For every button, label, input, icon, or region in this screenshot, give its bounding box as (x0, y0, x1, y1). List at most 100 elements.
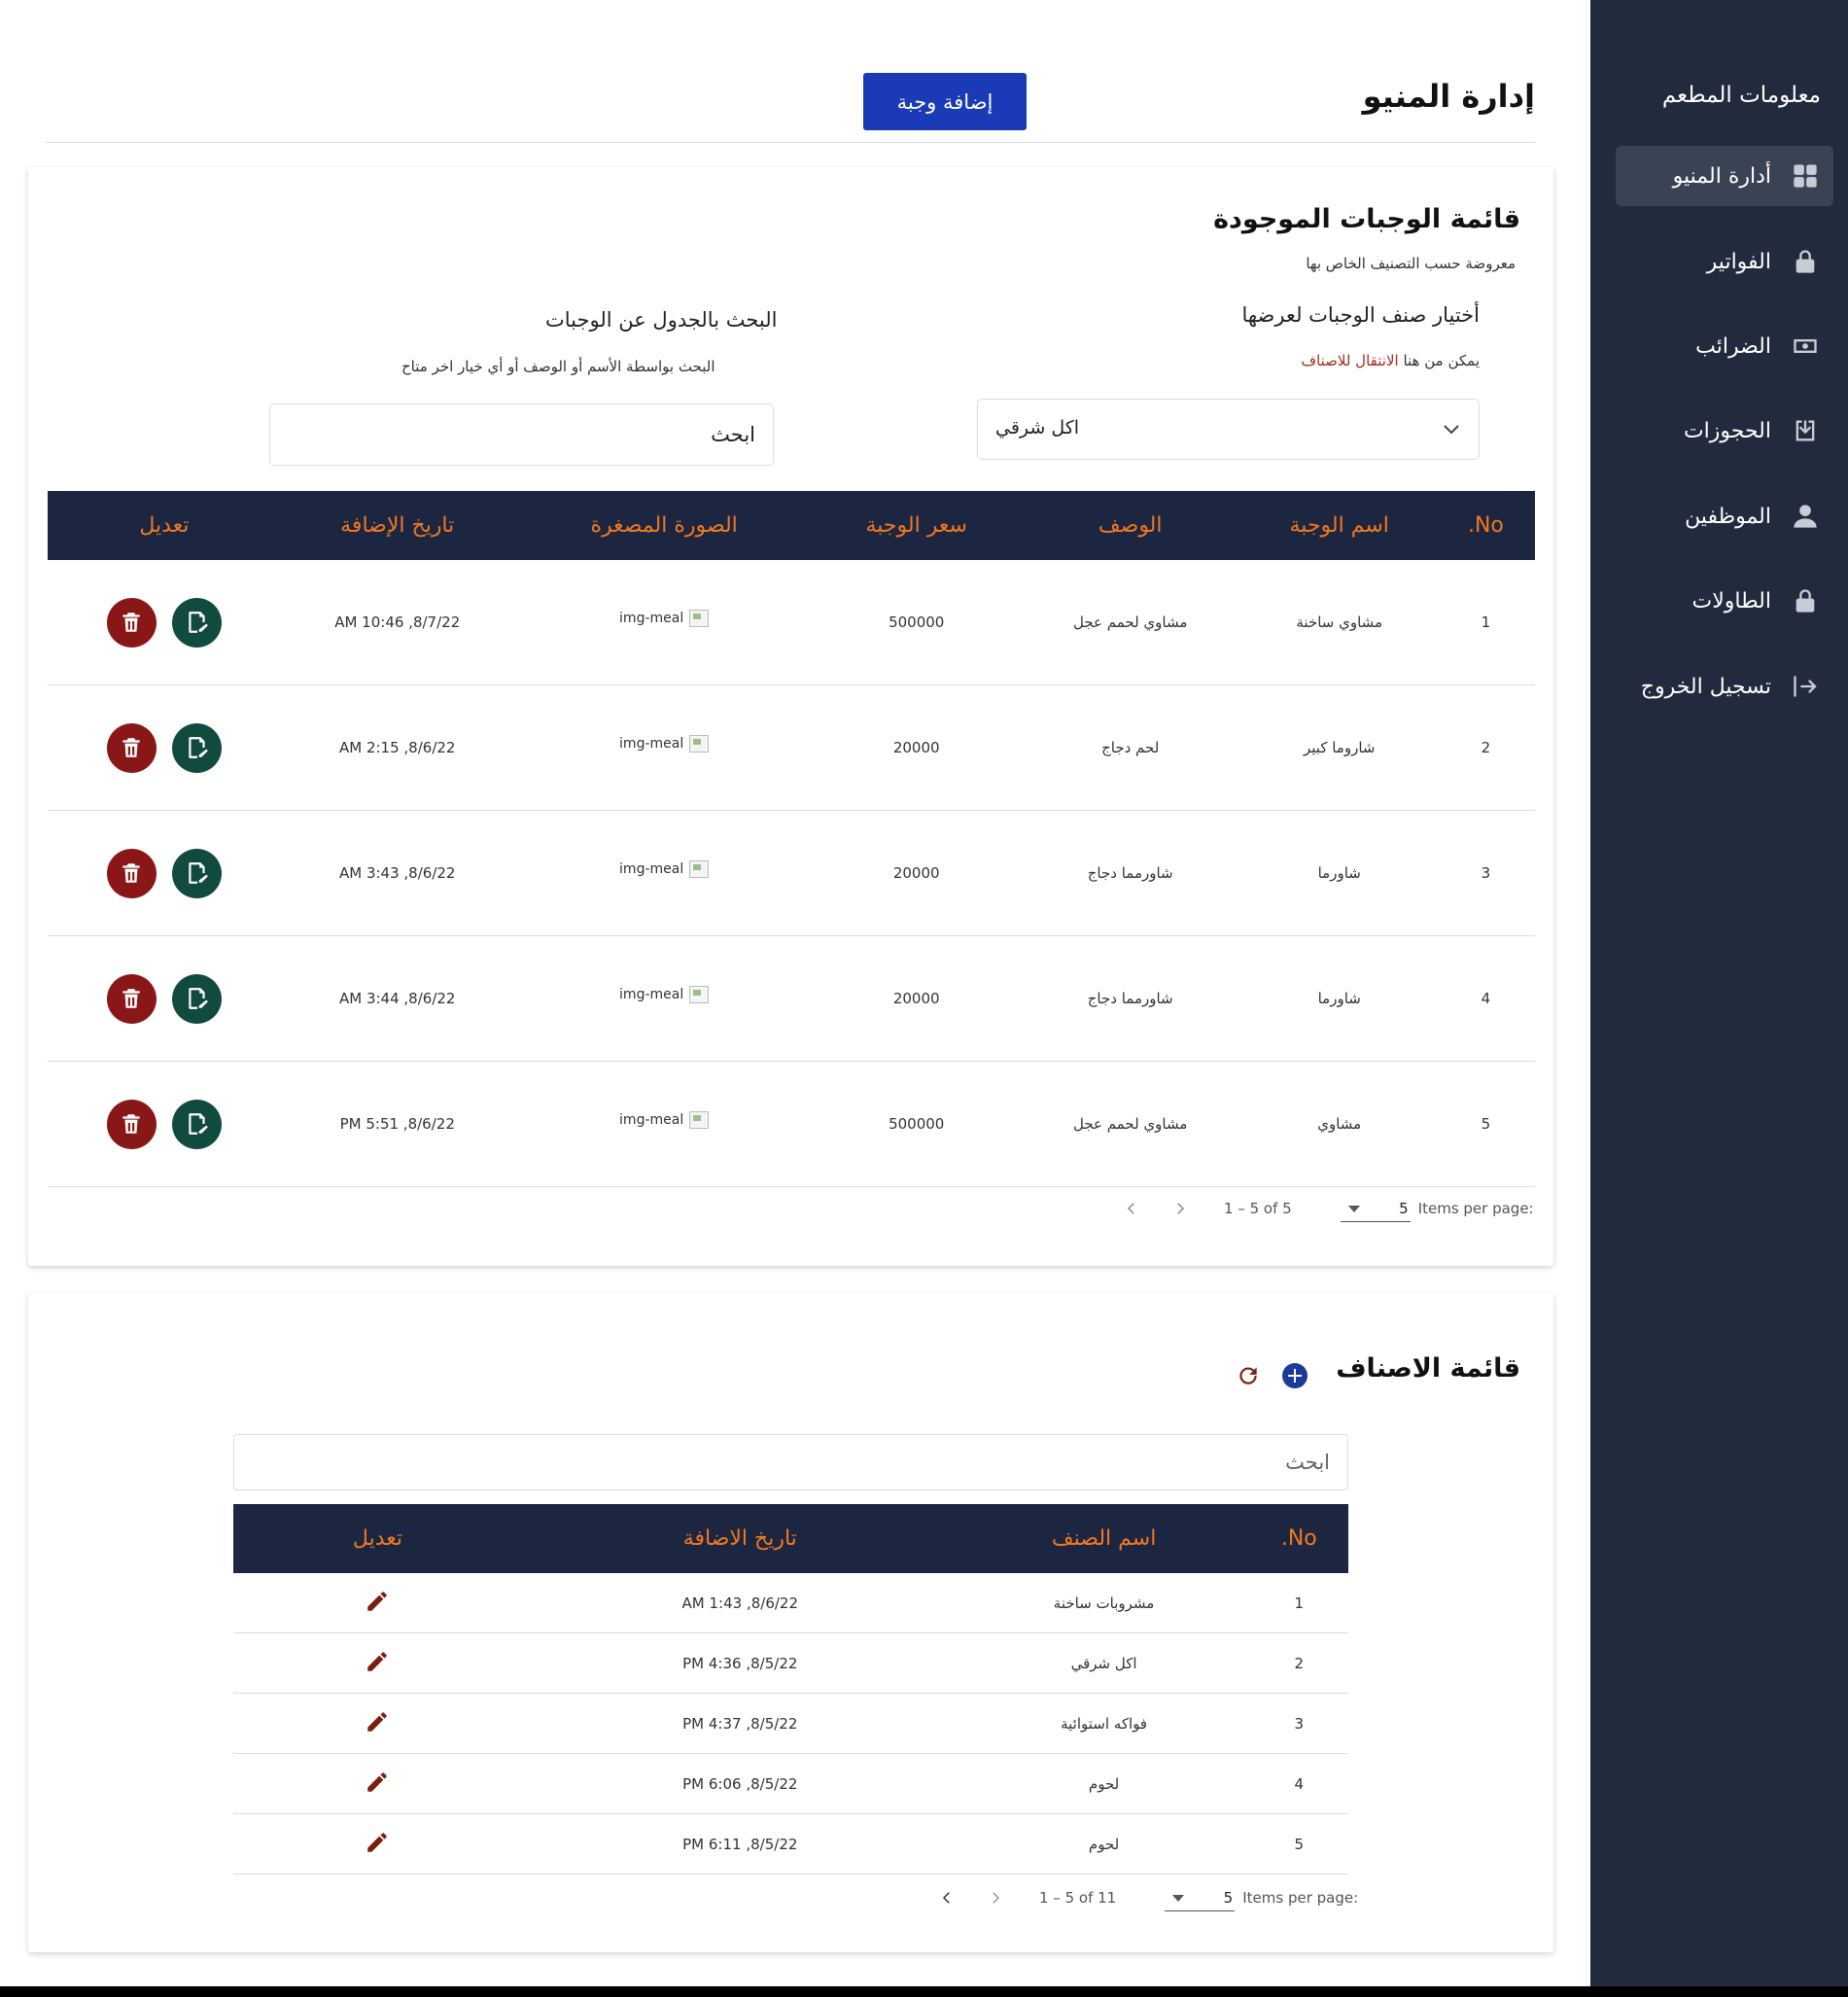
table-row: 4 شاورما شاورمما دجاج 20000 img-meal 8/6… (48, 935, 1535, 1062)
cell-no: 3 (1249, 1693, 1348, 1754)
items-per-page-label: Items per page: (1417, 1200, 1534, 1217)
meals-search-input[interactable]: ابحث (269, 403, 774, 466)
cell-price: 20000 (814, 935, 1019, 1062)
cell-actions (48, 560, 281, 685)
meals-table: No. اسم الوجبة الوصف سعر الوجبة الصورة ا… (48, 491, 1535, 1187)
cell-price: 500000 (814, 1061, 1019, 1187)
category-select[interactable]: اكل شرقي (977, 399, 1480, 460)
user-icon (1791, 502, 1820, 531)
cell-category-name: لحوم (958, 1813, 1250, 1874)
edit-meal-button[interactable] (172, 722, 223, 773)
cell-actions (48, 684, 281, 811)
items-per-page-select[interactable]: 5 (1340, 1196, 1411, 1222)
refresh-icon[interactable] (1236, 1363, 1261, 1388)
thumbnail-alt: img-meal (619, 861, 684, 877)
delete-meal-button[interactable] (106, 597, 157, 648)
col-price[interactable]: سعر الوجبة (814, 491, 1019, 560)
col-edit: تعديل (233, 1504, 522, 1573)
cell-actions (48, 935, 281, 1062)
col-description[interactable]: الوصف (1018, 491, 1242, 560)
col-date[interactable]: تاريخ الاضافة (521, 1504, 959, 1573)
thumbnail-alt: img-meal (619, 611, 684, 626)
broken-image-icon (689, 1111, 710, 1129)
thumbnail-alt: img-meal (619, 736, 684, 752)
edit-meal-button[interactable] (172, 1099, 223, 1149)
prev-page-button[interactable] (1117, 1194, 1146, 1223)
cell-description: مشاوي لحمم عجل (1018, 560, 1242, 685)
edit-note-icon (189, 862, 208, 884)
col-meal-name[interactable]: اسم الوجبة (1241, 491, 1437, 560)
dashboard-icon (1791, 161, 1820, 191)
pencil-icon[interactable] (365, 1832, 390, 1859)
col-date[interactable]: تاريخ الإضافة (280, 491, 514, 560)
edit-meal-button[interactable] (172, 848, 223, 898)
thumbnail-alt: img-meal (619, 987, 684, 1002)
edit-meal-button[interactable] (172, 973, 223, 1024)
next-page-button[interactable] (1166, 1194, 1195, 1223)
prev-page-button[interactable] (932, 1883, 961, 1912)
sidebar-item-label: الضرائب (1695, 333, 1771, 359)
cell-no: 5 (1436, 1061, 1535, 1187)
categories-search-input[interactable]: ابحث (233, 1434, 1348, 1490)
pencil-icon[interactable] (365, 1651, 390, 1678)
sidebar-item-invoices[interactable]: الفواتير (1616, 231, 1833, 292)
sidebar-item-label: أدارة المنيو (1672, 163, 1771, 189)
chevron-down-icon (1444, 425, 1459, 435)
next-page-button[interactable] (981, 1883, 1010, 1912)
cell-no: 3 (1436, 810, 1535, 936)
cell-thumbnail: img-meal (513, 684, 815, 811)
cell-date: 8/7/22, 10:46 AM (280, 560, 514, 685)
cell-no: 2 (1249, 1632, 1348, 1694)
cell-thumbnail: img-meal (513, 1061, 815, 1187)
items-per-page-value: 5 (1223, 1888, 1234, 1907)
delete-meal-button[interactable] (106, 848, 157, 898)
cell-price: 500000 (814, 560, 1019, 685)
main-content: إدارة المنيو إضافة وجبة قائمة الوجبات ال… (0, 0, 1590, 1986)
delete-meal-button[interactable] (106, 1099, 157, 1149)
categories-link[interactable]: الانتقال للاصناف (1302, 352, 1399, 369)
cell-meal-name: مشاوي (1241, 1061, 1437, 1187)
sidebar-item-label: الطاولات (1691, 588, 1771, 613)
add-meal-button[interactable]: إضافة وجبة (863, 73, 1027, 130)
edit-meal-button[interactable] (172, 597, 223, 648)
date-text: 8/6/22, 3:44 AM (338, 990, 456, 1007)
col-category-name[interactable]: اسم الصنف (958, 1504, 1250, 1573)
broken-image-icon (689, 860, 710, 878)
pencil-icon[interactable] (365, 1591, 390, 1618)
header-divider (46, 142, 1535, 143)
add-category-icon[interactable] (1282, 1363, 1308, 1388)
cell-thumbnail: img-meal (513, 560, 815, 685)
category-select-value: اكل شرقي (995, 417, 1080, 438)
sidebar-item-employees[interactable]: الموظفين (1616, 486, 1833, 546)
cell-price: 20000 (814, 810, 1019, 936)
sidebar-item-logout[interactable]: تسجيل الخروج (1616, 656, 1833, 717)
lock-icon (1791, 247, 1820, 276)
cell-edit (233, 1753, 522, 1814)
table-row: 2 شاروما كبير لحم دجاج 20000 img-meal 8/… (48, 684, 1535, 811)
pencil-icon[interactable] (365, 1711, 390, 1738)
table-row: 3 شاورما شاورمما دجاج 20000 img-meal 8/6… (48, 810, 1535, 936)
meal-thumbnail: img-meal (619, 1111, 710, 1129)
sidebar-item-menu-management[interactable]: أدارة المنيو (1616, 146, 1833, 206)
sidebar-brand[interactable]: معلومات المطعم (1662, 83, 1821, 108)
items-per-page-select[interactable]: 5 (1165, 1885, 1236, 1911)
date-text: 8/6/22, 3:43 AM (338, 864, 456, 882)
col-no[interactable]: No. (1436, 491, 1535, 560)
delete-meal-button[interactable] (106, 722, 157, 773)
date-text: 8/6/22, 2:15 AM (338, 739, 456, 756)
trash-icon (122, 1114, 140, 1134)
money-icon (1791, 332, 1820, 361)
edit-note-icon (189, 988, 208, 1009)
sidebar-item-tables[interactable]: الطاولات (1616, 571, 1833, 631)
col-thumbnail[interactable]: الصورة المصغرة (513, 491, 815, 560)
meals-subtitle: معروضة حسب التصنيف الخاص بها (1306, 255, 1516, 272)
col-no[interactable]: No. (1249, 1504, 1348, 1573)
delete-meal-button[interactable] (106, 973, 157, 1024)
sidebar-item-reservations[interactable]: الحجوزات (1616, 401, 1833, 461)
sidebar-item-taxes[interactable]: الضرائب (1616, 316, 1833, 376)
trash-icon (122, 863, 140, 883)
categories-title: قائمة الاصناف (1336, 1353, 1520, 1384)
pencil-icon[interactable] (365, 1771, 390, 1799)
date-text: 8/5/22, 6:11 PM (682, 1835, 798, 1853)
cell-date: 8/6/22, 1:43 AM (521, 1573, 959, 1633)
